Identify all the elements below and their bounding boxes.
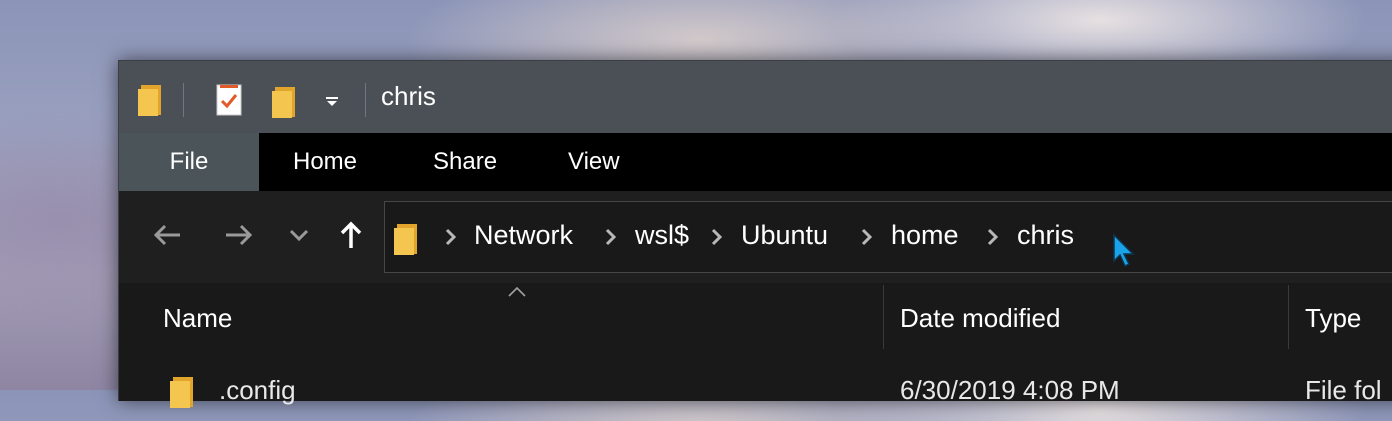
column-header: Name Date modified Type — [119, 283, 1392, 351]
file-date: 6/30/2019 4:08 PM — [900, 375, 1120, 405]
toolbar-separator — [183, 83, 184, 117]
window-title: chris — [381, 81, 436, 111]
tab-view[interactable]: View — [568, 133, 620, 191]
breadcrumb-home[interactable]: home — [891, 220, 959, 251]
back-arrow-icon[interactable] — [147, 213, 187, 257]
properties-icon[interactable] — [215, 83, 243, 121]
column-divider[interactable] — [883, 285, 884, 349]
breadcrumb-network[interactable]: Network — [474, 220, 573, 251]
breadcrumb-ubuntu[interactable]: Ubuntu — [741, 220, 828, 251]
column-name[interactable]: Name — [163, 303, 232, 334]
folder-icon — [393, 222, 419, 260]
chevron-right-icon[interactable] — [987, 228, 999, 250]
new-folder-icon[interactable] — [271, 85, 297, 123]
chevron-right-icon[interactable] — [605, 228, 617, 250]
breadcrumb-chris[interactable]: chris — [1017, 220, 1074, 251]
chevron-right-icon[interactable] — [711, 228, 723, 250]
recent-dropdown-icon[interactable] — [279, 213, 319, 257]
tab-file[interactable]: File — [119, 133, 259, 191]
chevron-right-icon[interactable] — [445, 228, 457, 250]
column-date-modified[interactable]: Date modified — [900, 303, 1060, 334]
breadcrumb-wsl[interactable]: wsl$ — [635, 220, 689, 251]
chevron-right-icon[interactable] — [861, 228, 873, 250]
folder-icon — [137, 83, 163, 121]
column-divider[interactable] — [1288, 285, 1289, 349]
mouse-cursor-icon — [1112, 233, 1138, 273]
up-arrow-icon[interactable] — [331, 213, 371, 257]
folder-icon — [169, 375, 195, 413]
forward-arrow-icon[interactable] — [219, 213, 259, 257]
table-row[interactable]: .config 6/30/2019 4:08 PM File fol — [119, 361, 1392, 421]
tab-home[interactable]: Home — [293, 133, 357, 191]
navigation-bar: Network wsl$ Ubuntu home chris — [119, 191, 1392, 283]
title-bar: chris — [119, 61, 1392, 133]
file-name: .config — [219, 375, 296, 405]
file-explorer-window: chris File Home Share View Network wsl$ … — [118, 60, 1392, 408]
column-type[interactable]: Type — [1305, 303, 1361, 334]
sort-ascending-icon — [507, 283, 527, 302]
ribbon-tabs: File Home Share View — [119, 133, 1392, 191]
address-bar[interactable]: Network wsl$ Ubuntu home chris — [384, 201, 1392, 273]
customize-dropdown-icon[interactable] — [325, 93, 339, 112]
tab-share[interactable]: Share — [433, 133, 497, 191]
toolbar-separator — [365, 83, 366, 117]
file-type: File fol — [1305, 375, 1382, 405]
